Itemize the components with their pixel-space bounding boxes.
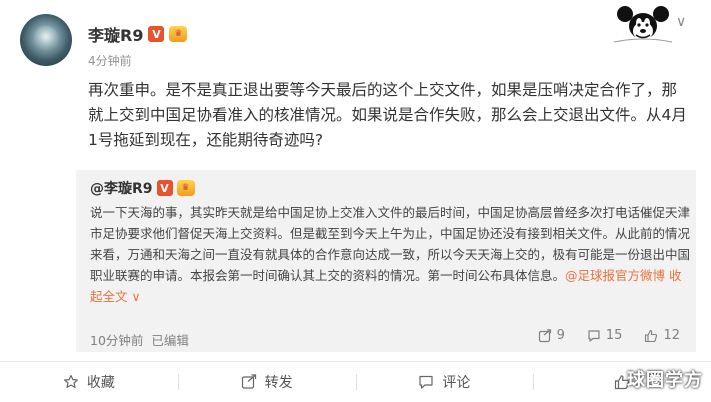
watermark: 球圈学方	[627, 370, 703, 391]
verified-badge-icon: V	[148, 26, 165, 42]
repost-text: 说一下天海的事，其实昨天就是给中国足协上交准入文件的最后时间，中国足协高层曾经多…	[90, 202, 690, 307]
repost-meta: 10分钟前 已编辑	[90, 330, 189, 349]
favorite-label: 收藏	[86, 375, 115, 391]
comment-count[interactable]: 15	[587, 328, 623, 343]
repost-icon	[538, 328, 551, 342]
thumbs-up-icon	[645, 329, 658, 342]
repost-author-row: @李璇R9 V ♛	[90, 178, 195, 198]
post-text: 再次重申。是不是真正退出要等今天最后的这个上交文件，如果是压哨决定合作了，那就上…	[88, 81, 687, 149]
comment-count-value: 15	[605, 328, 623, 343]
action-bar: 收藏 转发 评论	[0, 361, 711, 402]
vip-crown-icon: ♛	[169, 26, 188, 42]
chevron-down-icon[interactable]: ∨	[676, 14, 686, 30]
like-count[interactable]: 12	[644, 328, 680, 343]
verified-badge-icon: V	[156, 180, 173, 196]
repost-stats: 9 15 12	[538, 328, 680, 343]
vip-crown-icon: ♛	[176, 180, 195, 196]
favorite-button[interactable]: 收藏	[0, 362, 178, 402]
repost-time[interactable]: 10分钟前	[90, 333, 143, 348]
repost-card[interactable]: @李璇R9 V ♛ 说一下天海的事，其实昨天就是给中国足协上交准入文件的最后时间…	[76, 170, 696, 352]
comment-label: 评论	[442, 375, 471, 391]
mickey-mascot-icon	[613, 6, 673, 43]
repost-count[interactable]: 9	[538, 328, 565, 343]
star-icon	[63, 374, 78, 388]
author-row: 李璇R9 V ♛	[88, 22, 188, 46]
avatar[interactable]	[20, 14, 72, 66]
repost-button[interactable]: 转发	[177, 362, 356, 402]
repost-author-name[interactable]: @李璇R9	[90, 178, 153, 198]
author-name[interactable]: 李璇R9	[88, 22, 143, 46]
comment-icon	[588, 329, 600, 342]
weibo-post: 李璇R9 V ♛ 4分钟前 ∨ 再次重申。是不是真正退出要等今天最后的这个上交文…	[0, 0, 711, 402]
mention-link[interactable]: @足球报官方微博	[565, 268, 665, 283]
repost-count-value: 9	[556, 328, 565, 343]
edited-label[interactable]: 已编辑	[151, 333, 189, 348]
repost-label: 转发	[264, 375, 293, 391]
like-count-value: 12	[663, 328, 680, 343]
comment-icon	[419, 375, 433, 389]
post-time[interactable]: 4分钟前	[88, 52, 132, 69]
comment-button[interactable]: 评论	[355, 362, 534, 402]
repost-icon	[241, 374, 256, 389]
